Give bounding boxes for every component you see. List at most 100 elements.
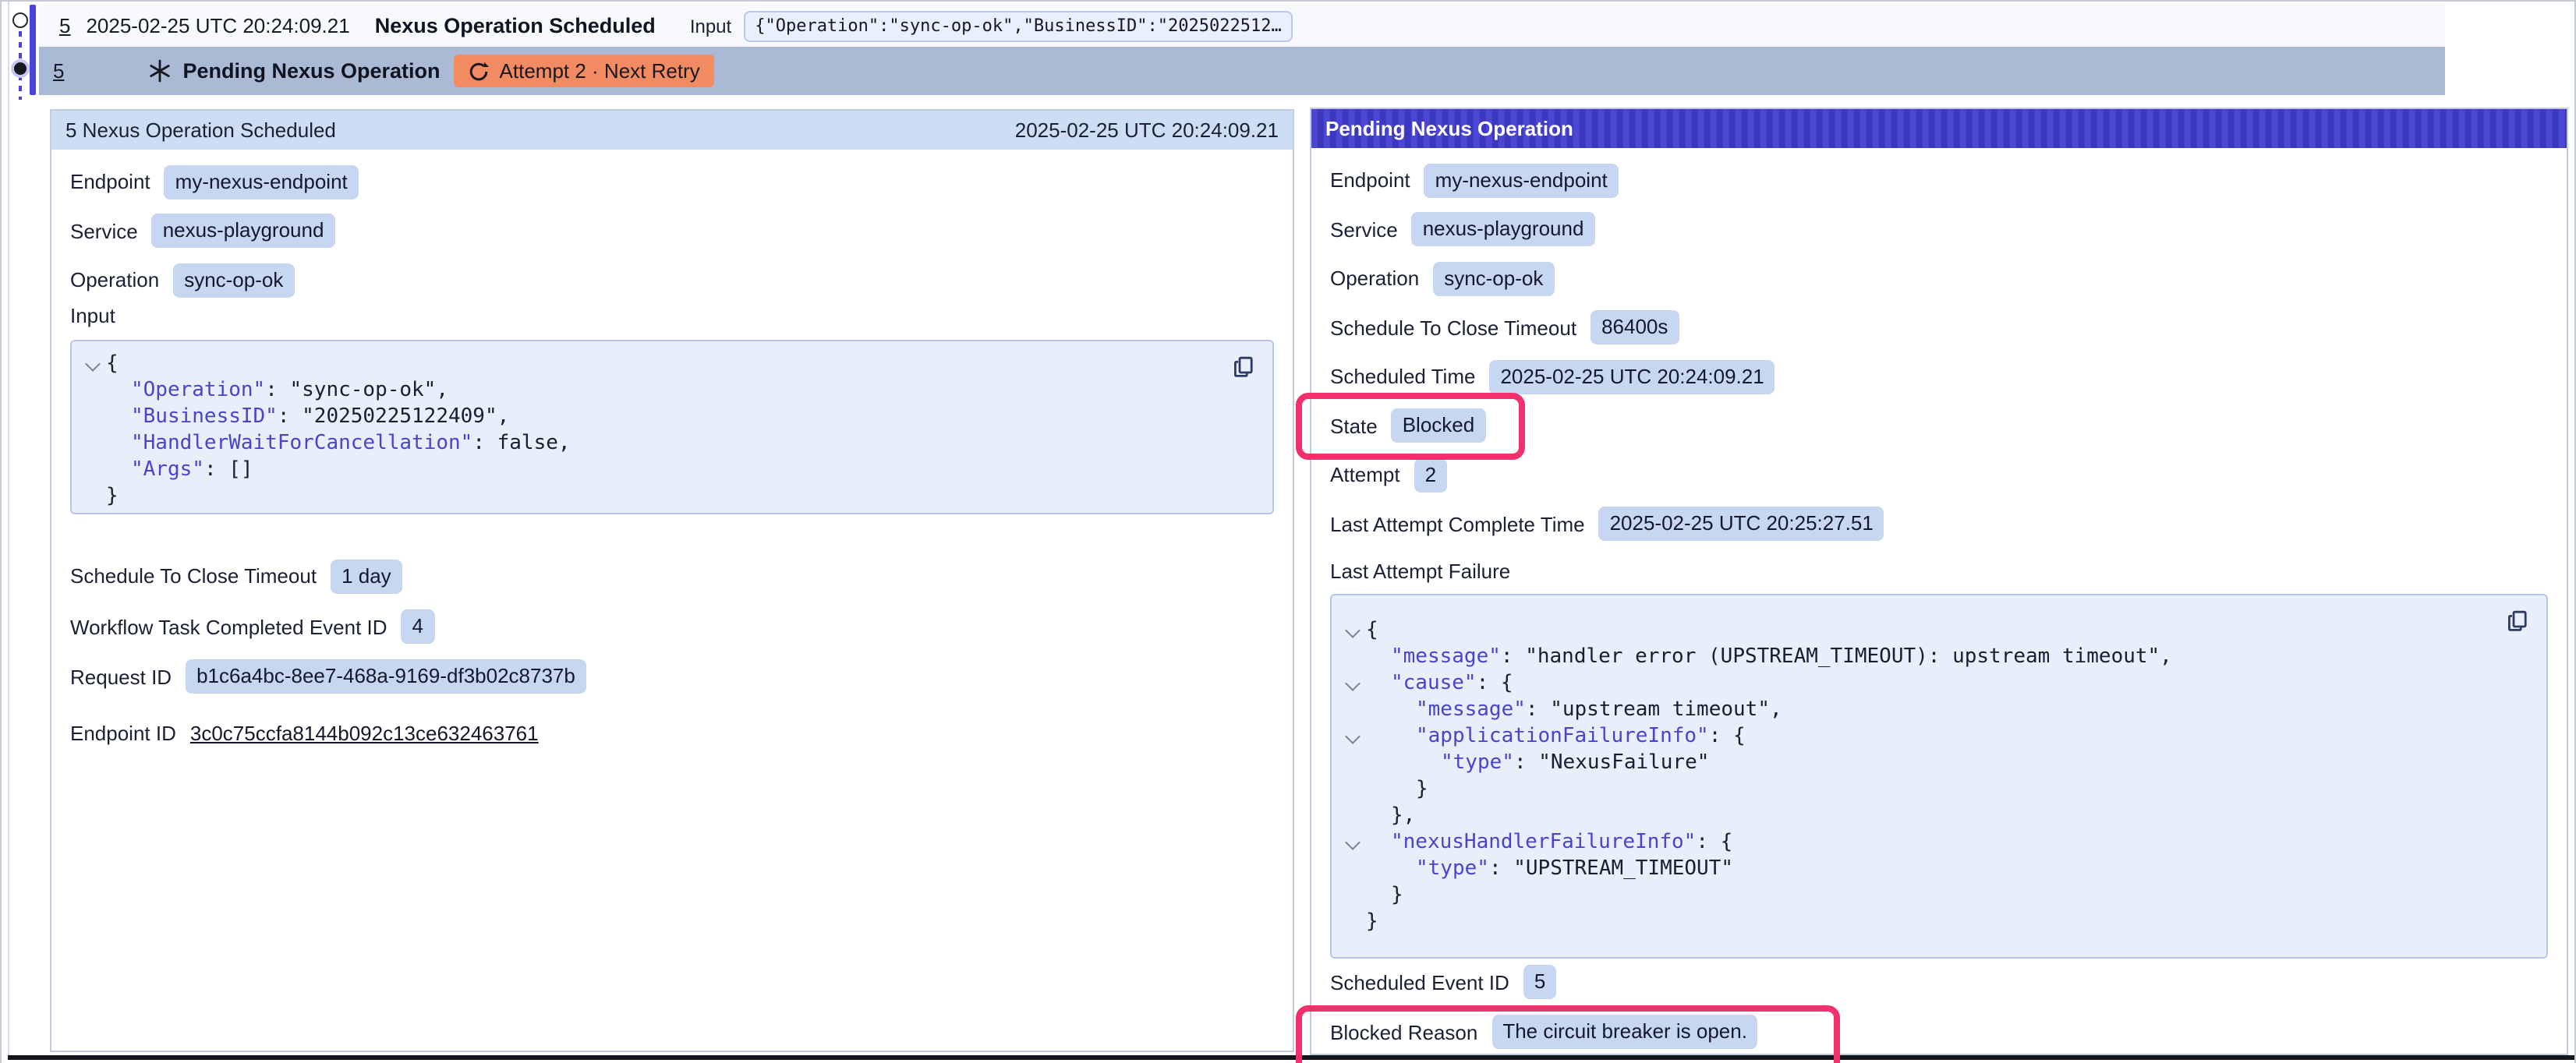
code-line: "Operation": "sync-op-ok", xyxy=(78,376,1216,403)
code-gutter xyxy=(1338,803,1366,829)
code-gutter xyxy=(1338,776,1366,803)
panel-body-pending: Endpointmy-nexus-endpointServicenexus-pl… xyxy=(1311,163,2567,1049)
code-text: } xyxy=(1366,909,1378,935)
field-row-endpoint-id: Endpoint ID 3c0c75ccfa8144b092c13ce632463… xyxy=(70,715,1274,750)
fields-top: Endpointmy-nexus-endpointServicenexus-pl… xyxy=(1330,163,2548,541)
field-label: Last Attempt Complete Time xyxy=(1330,512,1585,535)
event-detail-panel-scheduled: 5 Nexus Operation Scheduled 2025-02-25 U… xyxy=(50,109,1294,1052)
code-gutter xyxy=(1338,697,1366,723)
code-text: "nexusHandlerFailureInfo": { xyxy=(1366,829,1732,856)
code-text: "applicationFailureInfo": { xyxy=(1366,723,1746,750)
field-value-endpoint-id[interactable]: 3c0c75ccfa8144b092c13ce632463761 xyxy=(190,721,539,744)
code-gutter xyxy=(1338,829,1366,856)
code-gutter xyxy=(1338,617,1366,644)
pending-operation-row[interactable]: 5 Pending Nexus Operation Attempt 2 · Ne… xyxy=(39,47,2445,95)
field-label: State xyxy=(1330,414,1378,437)
field-row-blocked-reason: Blocked Reason The circuit breaker is ope… xyxy=(1330,1015,2548,1049)
field-label: Endpoint xyxy=(70,170,150,193)
failure-json-viewer: {"message": "handler error (UPSTREAM_TIM… xyxy=(1330,594,2548,959)
field-value-blocked-reason: The circuit breaker is open. xyxy=(1491,1015,1758,1049)
code-line: } xyxy=(1338,909,2490,935)
code-text: { xyxy=(1366,617,1378,644)
code-line: "message": "handler error (UPSTREAM_TIME… xyxy=(1338,644,2490,670)
timeline-event-marker-icon[interactable] xyxy=(12,12,28,28)
code-gutter xyxy=(78,403,106,429)
field-row-endpoint: Endpoint my-nexus-endpoint xyxy=(1330,163,2548,197)
input-json-lines: {"Operation": "sync-op-ok","BusinessID":… xyxy=(78,350,1216,509)
field-row-request-id: Request IDb1c6a4bc-8ee7-468a-9169-df3b02… xyxy=(70,659,1274,694)
field-label: Scheduled Event ID xyxy=(1330,970,1509,994)
panel-body-scheduled: Endpoint my-nexus-endpoint Servicenexus-pl… xyxy=(51,164,1293,750)
temporal-event-history-view: 5 2025-02-25 UTC 20:24:09.21 Nexus Opera… xyxy=(0,0,2576,1063)
field-label: Service xyxy=(1330,217,1398,241)
code-text: "message": "upstream timeout", xyxy=(1366,697,1782,723)
field-row-operation: Operationsync-op-ok xyxy=(70,263,1274,297)
code-text: "Args": [] xyxy=(106,456,253,482)
field-value-schedule-to-close-timeout: 86400s xyxy=(1591,310,1679,344)
input-preview-chip[interactable]: {"Operation":"sync-op-ok","BusinessID":"… xyxy=(744,10,1293,41)
copy-icon[interactable] xyxy=(1232,355,1257,380)
event-id-link[interactable]: 5 xyxy=(59,14,70,37)
field-value-request-id: b1c6a4bc-8ee7-468a-9169-df3b02c8737b xyxy=(186,659,586,694)
field-value-endpoint: my-nexus-endpoint xyxy=(1424,163,1619,197)
field-value-endpoint: my-nexus-endpoint xyxy=(165,164,359,199)
code-text: "type": "NexusFailure" xyxy=(1366,750,1709,776)
field-label: Endpoint ID xyxy=(70,721,176,744)
code-gutter xyxy=(78,456,106,482)
code-line: } xyxy=(1338,776,2490,803)
retry-badge-label: Attempt 2 · Next Retry xyxy=(500,59,700,83)
code-gutter xyxy=(78,482,106,509)
bottom-divider xyxy=(8,1055,2574,1060)
pending-operation-title: Pending Nexus Operation xyxy=(182,59,440,83)
field-value-last-attempt-complete-time: 2025-02-25 UTC 20:25:27.51 xyxy=(1599,507,1884,541)
code-line: "type": "UPSTREAM_TIMEOUT" xyxy=(1338,856,2490,882)
event-timestamp: 2025-02-25 UTC 20:24:09.21 xyxy=(86,14,349,37)
field-label: Endpoint xyxy=(1330,168,1410,192)
code-gutter xyxy=(1338,750,1366,776)
collapse-chevron-icon[interactable] xyxy=(1344,623,1360,638)
copy-icon[interactable] xyxy=(2506,609,2531,634)
timeline-pending-marker-icon[interactable] xyxy=(11,59,30,78)
field-row-service: Servicenexus-playground xyxy=(70,214,1274,248)
panel-title: Pending Nexus Operation xyxy=(1325,117,1573,140)
code-text: "HandlerWaitForCancellation": false, xyxy=(106,429,571,456)
field-label: Operation xyxy=(70,268,159,291)
code-line: { xyxy=(78,350,1216,376)
field-label: Attempt xyxy=(1330,463,1400,486)
code-line: "applicationFailureInfo": { xyxy=(1338,723,2490,750)
code-text: "message": "handler error (UPSTREAM_TIME… xyxy=(1366,644,2172,670)
panel-header-scheduled: 5 Nexus Operation Scheduled 2025-02-25 U… xyxy=(51,111,1293,150)
event-summary-row[interactable]: 5 2025-02-25 UTC 20:24:09.21 Nexus Opera… xyxy=(39,5,2445,47)
event-detail-panel-pending: Pending Nexus Operation Endpoint my-nexus… xyxy=(1310,108,2568,1055)
fields-bottom: Scheduled Event ID5 Blocked Reason The cir… xyxy=(1330,965,2548,1049)
code-line: "cause": { xyxy=(1338,670,2490,697)
field-row-scheduled-event-id: Scheduled Event ID5 xyxy=(1330,965,2548,999)
collapse-chevron-icon[interactable] xyxy=(1344,729,1360,744)
field-label: Schedule To Close Timeout xyxy=(70,564,317,588)
field-label: Blocked Reason xyxy=(1330,1020,1477,1044)
input-json-viewer: {"Operation": "sync-op-ok","BusinessID":… xyxy=(70,339,1274,514)
field-row-state: StateBlocked xyxy=(1330,408,2548,443)
field-row-scheduled-time: Scheduled Time 2025-02-25 UTC 20:24:09.21 xyxy=(1330,359,2548,394)
pending-asterisk-icon xyxy=(148,59,172,83)
code-line: "message": "upstream timeout", xyxy=(1338,697,2490,723)
collapse-chevron-icon[interactable] xyxy=(84,355,100,371)
failure-json-lines: {"message": "handler error (UPSTREAM_TIM… xyxy=(1338,617,2490,935)
code-gutter xyxy=(1338,723,1366,750)
input-label: Input xyxy=(690,15,731,37)
code-gutter xyxy=(1338,644,1366,670)
field-value-schedule-to-close-timeout: 1 day xyxy=(331,559,402,593)
code-gutter xyxy=(78,376,106,403)
code-gutter xyxy=(1338,882,1366,909)
retry-icon xyxy=(469,60,490,82)
collapse-chevron-icon[interactable] xyxy=(1344,835,1360,850)
code-text: { xyxy=(106,350,119,376)
event-id-link[interactable]: 5 xyxy=(53,59,64,83)
collapse-chevron-icon[interactable] xyxy=(1344,676,1360,691)
code-line: "nexusHandlerFailureInfo": { xyxy=(1338,829,2490,856)
gutter-divider xyxy=(8,2,9,1055)
field-label: Scheduled Time xyxy=(1330,365,1475,388)
field-value-scheduled-time: 2025-02-25 UTC 20:24:09.21 xyxy=(1489,359,1775,394)
code-line: "type": "NexusFailure" xyxy=(1338,750,2490,776)
field-row-attempt: Attempt2 xyxy=(1330,457,2548,492)
